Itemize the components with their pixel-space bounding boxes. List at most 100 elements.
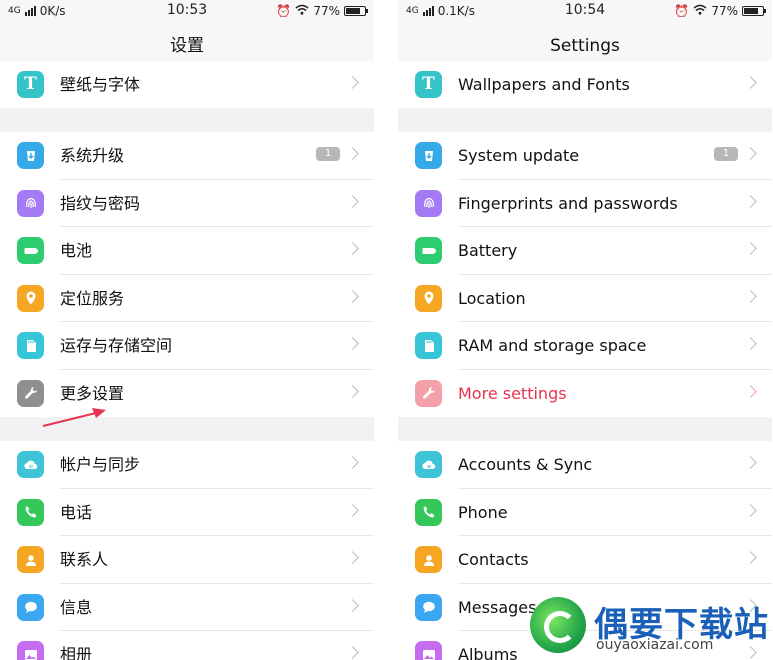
settings-item-label: Location [458, 288, 526, 308]
phone-icon [17, 498, 44, 526]
settings-item[interactable]: Fingerprints and passwords [398, 179, 772, 227]
settings-item-label: 帐户与同步 [60, 455, 141, 474]
settings-item[interactable]: 相册 [0, 631, 374, 660]
battery-percent: 77% [313, 4, 340, 18]
chevron-right-icon [744, 337, 757, 350]
battery-status-icon [344, 6, 368, 16]
settings-item[interactable]: 电话 [0, 488, 374, 536]
settings-item[interactable]: More settings [398, 369, 772, 417]
contacts-icon [415, 546, 442, 573]
chevron-right-icon [744, 503, 757, 517]
settings-item-label: Albums [458, 645, 518, 660]
chevron-right-icon [346, 75, 359, 89]
settings-item-label: System update [458, 146, 580, 165]
status-bar: 4G 0.1K/s 10:54 ⏰ 77% [398, 0, 772, 22]
message-icon [415, 593, 442, 621]
settings-item-label: Phone [458, 502, 508, 522]
alarm-icon: ⏰ [674, 4, 690, 18]
settings-item[interactable]: 电池 [0, 227, 374, 275]
settings-item[interactable]: 指纹与密码 [0, 179, 374, 227]
settings-item-label: Accounts & Sync [458, 455, 593, 474]
settings-list: T 壁纸与字体 系统升级 1 指纹与密码 电池 定位服务 运存与存储空间 更多设置 帐户与同步 电话… [0, 60, 374, 660]
settings-item-label: 运存与存储空间 [60, 336, 173, 355]
chevron-right-icon [346, 147, 359, 160]
chevron-right-icon [744, 551, 757, 564]
settings-item[interactable]: System update 1 [398, 132, 772, 180]
chevron-right-icon [346, 456, 359, 469]
settings-list: T Wallpapers and Fonts System update 1 Finge… [398, 60, 772, 660]
settings-item[interactable]: Location [398, 274, 772, 322]
settings-item[interactable]: Phone [398, 488, 772, 536]
chevron-right-icon [346, 598, 359, 612]
settings-item-label: Messages [458, 597, 537, 617]
sd-card-icon [415, 332, 442, 359]
sd-card-icon [17, 332, 44, 359]
battery-percent: 77% [711, 4, 738, 18]
album-icon [17, 641, 44, 660]
theme-t-icon: T [415, 70, 442, 98]
theme-t-icon: T [17, 70, 44, 98]
settings-item-label: 系统升级 [60, 146, 125, 165]
chevron-right-icon [744, 289, 757, 303]
update-count-badge: 1 [714, 147, 738, 161]
chevron-right-icon [346, 551, 359, 564]
chevron-right-icon [744, 75, 757, 89]
wrench-icon [17, 379, 44, 407]
settings-item-label: Wallpapers and Fonts [458, 74, 630, 94]
chevron-right-icon [744, 194, 757, 208]
group-separator [398, 417, 772, 441]
site-logo-icon [530, 597, 586, 653]
settings-item[interactable]: 运存与存储空间 [0, 322, 374, 370]
settings-item-label: 电话 [60, 502, 93, 522]
wifi-icon [693, 4, 707, 18]
settings-item-label: 定位服务 [60, 288, 125, 308]
alarm-icon: ⏰ [276, 4, 292, 18]
settings-item[interactable]: Battery [398, 227, 772, 275]
update-count-badge: 1 [316, 147, 340, 161]
battery-icon [415, 237, 442, 264]
settings-item[interactable]: 联系人 [0, 536, 374, 584]
settings-item[interactable]: Accounts & Sync [398, 441, 772, 489]
settings-item-label: Battery [458, 241, 518, 260]
settings-item[interactable]: RAM and storage space [398, 322, 772, 370]
cloud-sync-icon [415, 451, 442, 478]
fingerprint-icon [17, 189, 44, 217]
contacts-icon [17, 546, 44, 573]
cloud-sync-icon [17, 451, 44, 478]
group-separator [0, 108, 374, 132]
settings-item-label: 信息 [60, 597, 93, 617]
settings-item[interactable]: T Wallpapers and Fonts [398, 60, 772, 108]
album-icon [415, 641, 442, 660]
settings-item-label: 壁纸与字体 [60, 74, 141, 94]
battery-icon [17, 237, 44, 264]
settings-item-label: Contacts [458, 550, 529, 569]
chevron-right-icon [346, 646, 359, 659]
settings-item-label: RAM and storage space [458, 336, 647, 355]
chevron-right-icon [346, 194, 359, 208]
settings-item[interactable]: T 壁纸与字体 [0, 60, 374, 108]
chevron-right-icon [744, 384, 757, 398]
system-update-icon [17, 142, 44, 169]
site-watermark: 偶要下载站 ouyaoxiazai.com [530, 595, 770, 657]
battery-status-icon [742, 6, 766, 16]
wrench-icon [415, 379, 442, 407]
location-pin-icon [415, 284, 442, 312]
annotation-arrow [42, 408, 106, 427]
chevron-right-icon [744, 147, 757, 160]
settings-item[interactable]: 系统升级 1 [0, 132, 374, 180]
settings-item[interactable]: Contacts [398, 536, 772, 584]
settings-item-label: 指纹与密码 [60, 193, 141, 213]
settings-item-label: 相册 [60, 645, 93, 660]
settings-item[interactable]: 帐户与同步 [0, 441, 374, 489]
chevron-right-icon [346, 384, 359, 398]
settings-item-label: 电池 [60, 241, 93, 260]
settings-screen-english: 4G 0.1K/s 10:54 ⏰ 77% Settings T Wallpape… [398, 0, 772, 660]
settings-item[interactable]: 定位服务 [0, 274, 374, 322]
settings-screen-chinese: 4G 0K/s 10:53 ⏰ 77% 设置 T 壁纸与字体 系统升级 1 指纹与密码电… [0, 0, 374, 660]
chevron-right-icon [346, 503, 359, 517]
fingerprint-icon [415, 189, 442, 217]
settings-item-label: 联系人 [60, 550, 109, 569]
chevron-right-icon [346, 242, 359, 255]
status-bar: 4G 0K/s 10:53 ⏰ 77% [0, 0, 374, 22]
settings-item[interactable]: 信息 [0, 583, 374, 631]
